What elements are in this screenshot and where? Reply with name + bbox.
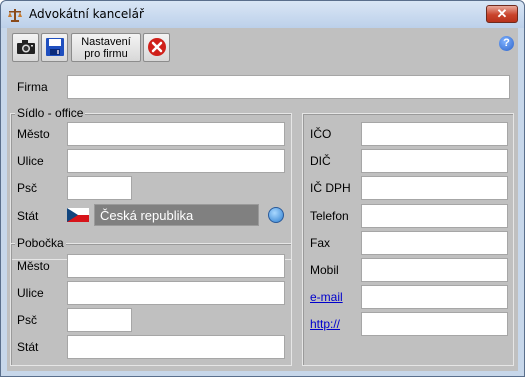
czech-flag-icon [67, 208, 89, 222]
web-input[interactable] [361, 312, 508, 336]
office-country-label: Stát [17, 209, 39, 223]
ico-input[interactable] [361, 122, 508, 146]
window-close-button[interactable]: ✕ [486, 5, 518, 23]
scales-of-justice-icon [8, 9, 22, 22]
email-link[interactable]: e-mail [310, 290, 343, 304]
branch-street-input[interactable] [67, 281, 285, 305]
office-country-select[interactable]: Česká republika [94, 204, 259, 226]
branch-zip-label: Psč [17, 313, 38, 327]
branch-city-input[interactable] [67, 254, 285, 278]
phone-label: Telefon [310, 209, 349, 223]
camera-button[interactable] [12, 33, 39, 62]
dic-label: DIČ [310, 154, 331, 168]
office-street-label: Ulice [17, 154, 44, 168]
ico-label: IČO [310, 127, 332, 141]
branch-zip-input[interactable] [67, 308, 132, 332]
company-settings-label: Nastavení pro firmu [81, 36, 131, 60]
office-zip-input[interactable] [67, 176, 132, 200]
ic-dph-input[interactable] [361, 176, 508, 200]
floppy-disk-icon [46, 38, 64, 56]
office-street-input[interactable] [67, 149, 285, 173]
help-icon[interactable]: ? [499, 36, 514, 51]
cancel-button[interactable] [143, 33, 170, 62]
office-legend: Sídlo - office [15, 106, 86, 120]
branch-legend: Pobočka [15, 236, 66, 250]
firma-label: Firma [17, 80, 48, 94]
branch-country-input[interactable] [67, 335, 285, 359]
office-zip-label: Psč [17, 181, 38, 195]
fax-input[interactable] [361, 231, 508, 255]
app-window: Advokátní kancelář ✕ Nastavení pro firmu [0, 0, 525, 377]
save-button[interactable] [41, 33, 68, 62]
phone-input[interactable] [361, 204, 508, 228]
office-city-input[interactable] [67, 122, 285, 146]
ic-dph-label: IČ DPH [310, 181, 351, 195]
fax-label: Fax [310, 236, 331, 250]
client-area: Nastavení pro firmu ? Firma Sídlo - offi… [7, 28, 518, 371]
camera-icon [17, 40, 35, 54]
office-country-value: Česká republika [100, 208, 194, 223]
email-input[interactable] [361, 285, 508, 309]
mobile-label: Mobil [310, 263, 339, 277]
firma-input[interactable] [67, 75, 510, 99]
title-bar: Advokátní kancelář ✕ [1, 1, 524, 28]
branch-country-label: Stát [17, 340, 39, 354]
company-settings-button[interactable]: Nastavení pro firmu [71, 33, 141, 62]
window-title: Advokátní kancelář [29, 7, 144, 21]
branch-street-label: Ulice [17, 286, 44, 300]
branch-city-label: Město [17, 259, 50, 273]
office-city-label: Město [17, 127, 50, 141]
globe-icon[interactable] [268, 207, 284, 223]
dic-input[interactable] [361, 149, 508, 173]
cancel-icon [148, 38, 166, 56]
mobile-input[interactable] [361, 258, 508, 282]
web-link[interactable]: http:// [310, 317, 340, 331]
